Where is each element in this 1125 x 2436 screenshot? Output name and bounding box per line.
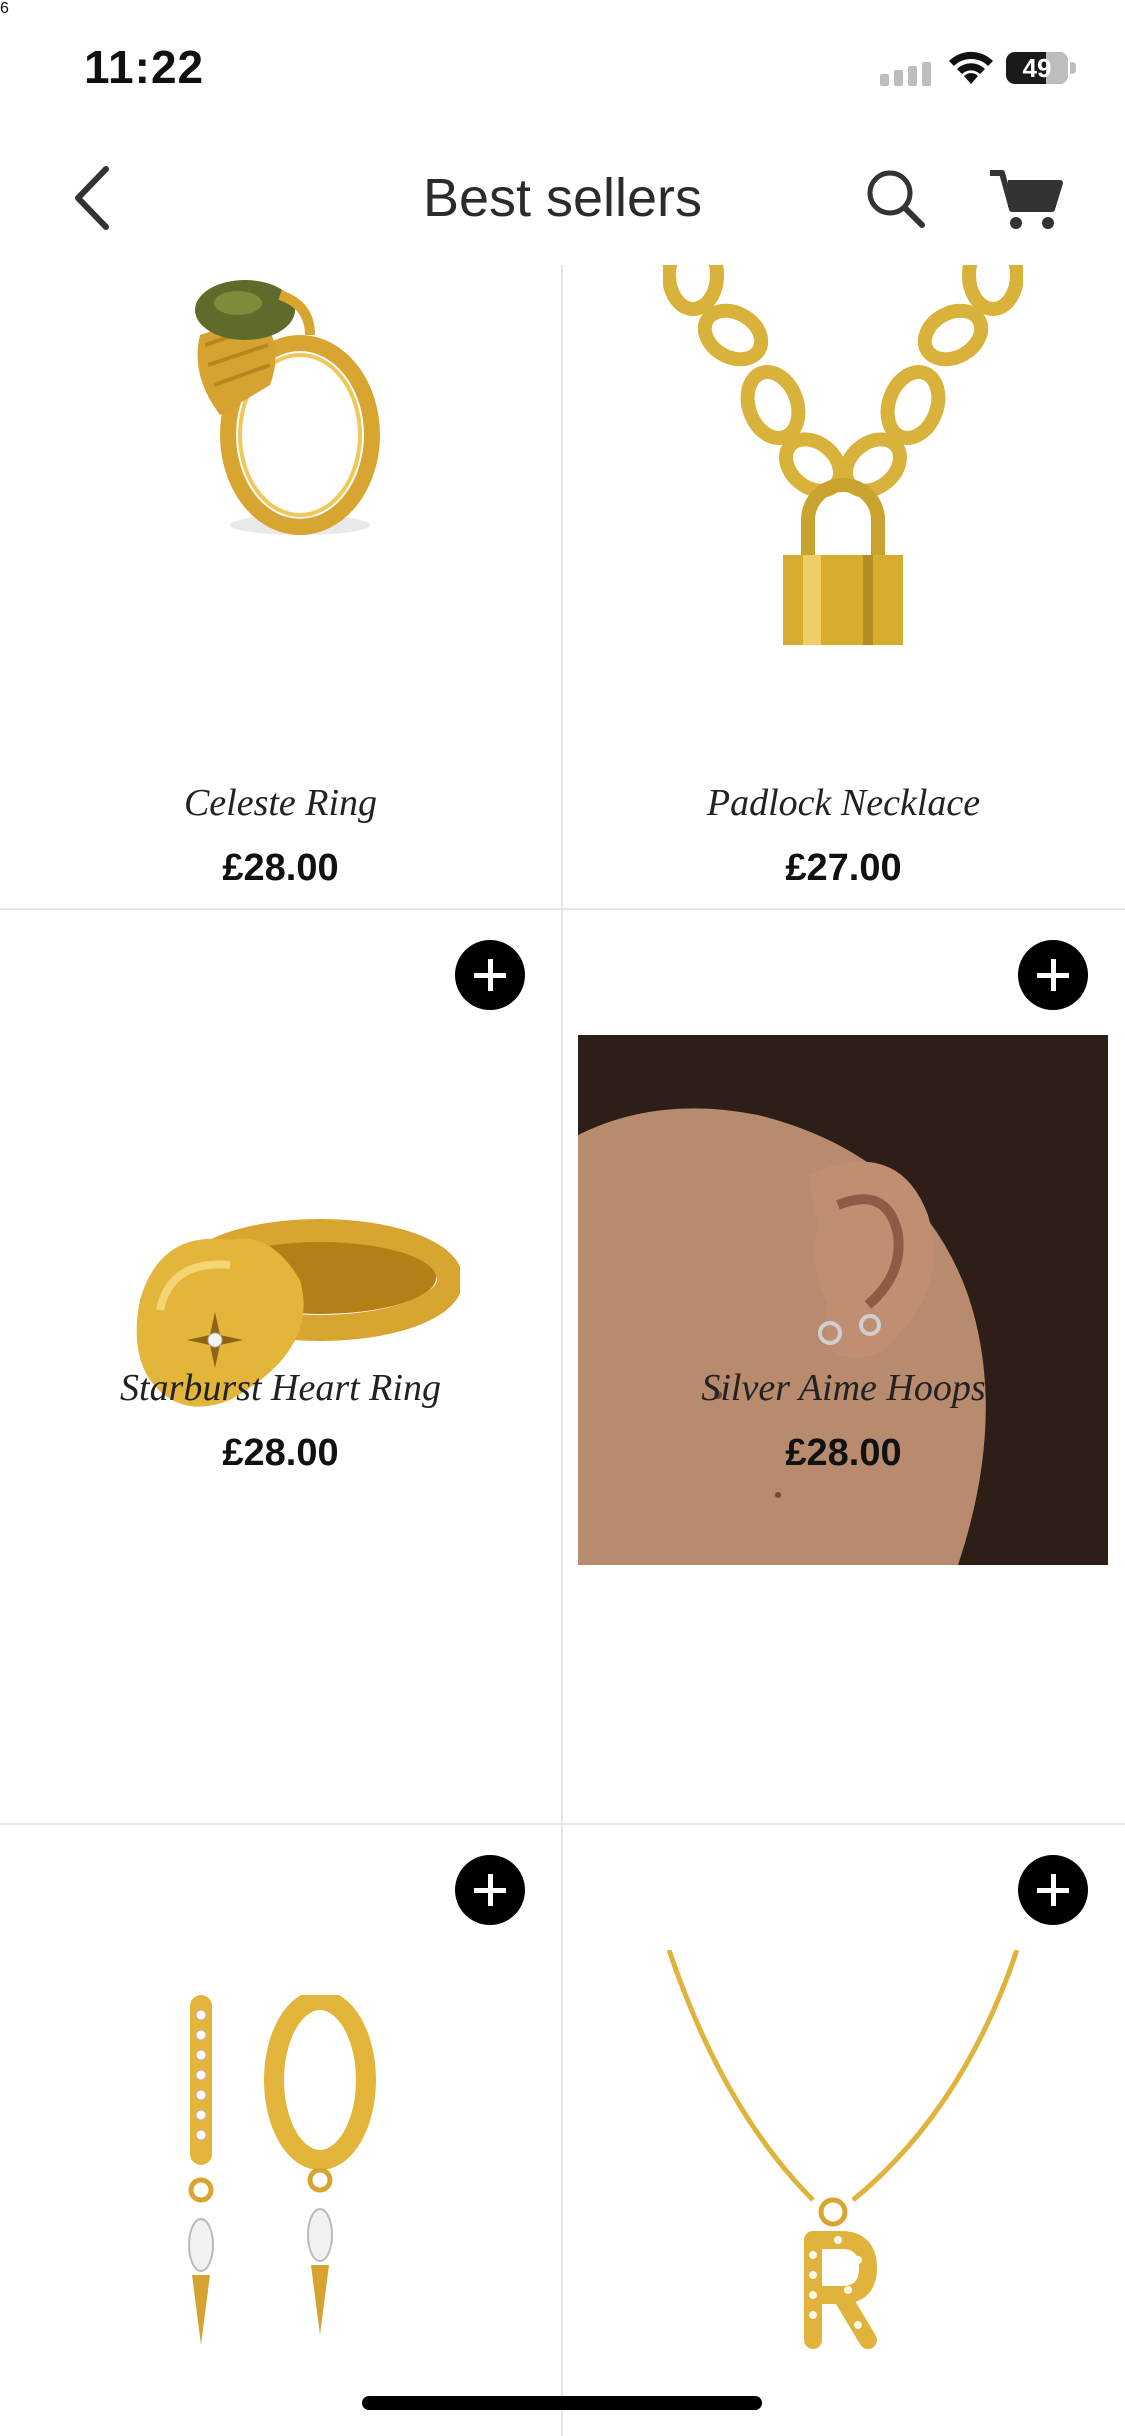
add-to-cart-button[interactable] [455, 1855, 525, 1925]
product-image [666, 1950, 1020, 2349]
wifi-icon [949, 51, 993, 84]
product-image [578, 1035, 1108, 1565]
battery-icon: 49 [1006, 48, 1078, 88]
product-price: £28.00 [785, 1432, 902, 1474]
product-name: Silver Aime Hoops [701, 1367, 986, 1409]
product-card[interactable] [0, 1825, 561, 2436]
product-name: Starburst Heart Ring [120, 1367, 441, 1409]
home-indicator[interactable] [362, 2396, 762, 2410]
product-price: £28.00 [222, 847, 339, 889]
product-price: £28.00 [222, 1432, 339, 1474]
battery-percent: 49 [1022, 53, 1052, 83]
add-to-cart-button[interactable] [1018, 940, 1088, 1010]
product-price: £27.00 [785, 847, 902, 889]
add-to-cart-button[interactable] [1018, 1855, 1088, 1925]
product-card[interactable]: Celeste Ring £28.00 [0, 265, 561, 908]
cellular-signal-icon [880, 62, 931, 86]
status-bar: 11:22 49 [0, 0, 1125, 135]
cart-icon[interactable] [986, 163, 1066, 233]
product-card[interactable]: Starburst Heart Ring £28.00 [0, 910, 561, 1823]
product-name: Celeste Ring [183, 782, 378, 824]
search-icon[interactable] [860, 163, 930, 233]
product-card[interactable]: Silver Aime Hoops £28.00 [563, 910, 1124, 1823]
product-card[interactable]: Padlock Necklace £27.00 [563, 265, 1124, 908]
product-image [188, 1995, 376, 2345]
product-image [195, 280, 380, 535]
navigation-bar: Best sellers [0, 135, 1125, 265]
product-image [663, 265, 1023, 645]
status-time: 11:22 [84, 41, 205, 93]
add-to-cart-button[interactable] [455, 940, 525, 1010]
product-name: Padlock Necklace [706, 782, 981, 824]
product-grid: Celeste Ring £28.00 Padlock Necklace £27… [0, 265, 1125, 2436]
page-title: Best sellers [422, 168, 703, 228]
product-card[interactable] [563, 1825, 1124, 2436]
